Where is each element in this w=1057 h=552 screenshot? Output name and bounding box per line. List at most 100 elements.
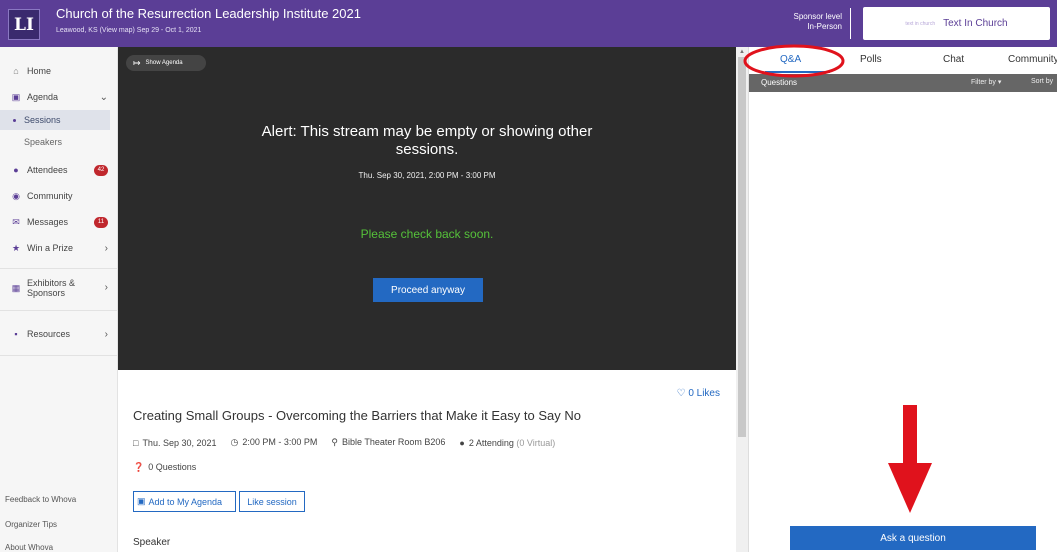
event-logo[interactable]: LI [8,9,40,40]
sidebar-item-resources[interactable]: ▪ Resources › [0,322,118,346]
filter-by-dropdown[interactable]: Filter by ▾ [971,78,1001,86]
tab-chat[interactable]: Chat [943,54,964,65]
session-date: □ Thu. Sep 30, 2021 [133,438,217,448]
sidebar-item-label: Resources [27,329,71,339]
sidebar-item-win-a-prize[interactable]: ★ Win a Prize › [0,236,118,260]
like-session-button[interactable]: Like session [239,491,305,512]
event-title: Church of the Resurrection Leadership In… [56,6,361,21]
sidebar-item-agenda[interactable]: ▣ Agenda ⌄ [0,85,118,109]
calendar-icon: □ [133,437,139,448]
tab-polls[interactable]: Polls [860,54,882,65]
calendar-add-icon: ▣ [137,496,146,506]
sponsor-level-title: Sponsor level [793,12,842,21]
chevron-right-icon: › [104,282,108,293]
sidebar-item-label: Messages [27,217,69,227]
active-dot-icon [13,118,16,122]
sidebar-item-label: Agenda [27,92,59,102]
sidebar-item-label: Exhibitors & Sponsors [27,278,76,298]
sidebar-item-sessions[interactable]: Sessions [0,110,110,130]
stream-alert-text: Alert: This stream may be empty or showi… [118,123,736,159]
app-root: LI Church of the Resurrection Leadership… [0,0,1057,552]
add-to-agenda-button[interactable]: ▣ Add to My Agenda [133,491,236,512]
building-icon: ▦ [11,283,21,293]
session-attending[interactable]: ● 2 Attending (0 Virtual) [459,438,555,448]
like-session-label: Like session [247,496,297,507]
sidebar-item-label: Speakers [24,137,63,147]
header-divider [850,8,851,39]
chat-bubbles-icon: ◉ [12,190,20,201]
envelope-icon: ✉ [12,216,20,227]
annotation-ellipse-icon [743,44,845,78]
clock-icon: ◷ [230,437,239,447]
page-scrollbar[interactable]: ▲ [736,47,748,552]
attendees-count-badge: 42 [94,164,108,176]
home-icon: ⌂ [13,66,19,76]
expand-arrow-icon: ↦ [133,57,141,68]
proceed-anyway-button[interactable]: Proceed anyway [373,278,483,302]
about-whova-link[interactable]: About Whova [5,543,53,552]
chevron-right-icon: › [104,242,108,254]
sidebar-item-speakers[interactable]: Speakers [0,132,110,152]
feedback-link[interactable]: Feedback to Whova [5,495,76,504]
sidebar-item-label: Sessions [24,115,61,125]
stream-time: Thu. Sep 30, 2021, 2:00 PM - 3:00 PM [358,171,496,180]
add-to-agenda-label: Add to My Agenda [148,496,223,507]
sponsor-name: Text In Church [943,18,1008,29]
attending-count: 2 Attending [468,437,514,448]
chevron-down-icon: ⌄ [99,91,108,103]
session-date-text: Thu. Sep 30, 2021 [142,437,217,448]
scrollbar-thumb[interactable] [738,57,746,437]
people-icon: ● [13,165,19,175]
heart-icon: ♡ [676,388,686,399]
speaker-heading: Speaker [133,537,171,548]
virtual-count: (0 Virtual) [516,437,556,448]
sidebar-item-label: Home [27,66,52,76]
sponsor-level-type: In-Person [807,22,842,31]
session-time-text: 2:00 PM - 3:00 PM [242,437,318,447]
session-meta: □ Thu. Sep 30, 2021 ◷ 2:00 PM - 3:00 PM ⚲ B… [133,437,555,448]
session-title: Creating Small Groups - Overcoming the B… [133,408,581,423]
likes-link[interactable]: ♡ 0 Likes [677,388,720,399]
sidebar-item-label: Win a Prize [27,243,74,253]
chevron-right-icon: › [104,328,108,340]
calendar-icon: ▣ [11,91,21,102]
ask-question-button[interactable]: Ask a question [790,526,1036,550]
sidebar-divider [0,268,118,269]
map-pin-icon: ⚲ [331,437,338,447]
tab-community[interactable]: Community [1008,54,1057,65]
question-circle-icon: ❓ [133,462,145,472]
sidebar-item-label: Community [27,191,73,201]
sidebar-divider [0,355,118,356]
session-details: ♡ 0 Likes Creating Small Groups - Overco… [118,370,736,552]
stream-player: ↦ Show Agenda Alert: This stream may be … [118,47,736,370]
likes-count: 0 Likes [688,388,720,399]
annotation-down-arrow-icon [888,405,932,513]
sidebar-item-exhibitors[interactable]: ▦ Exhibitors & Sponsors › [0,273,118,303]
sidebar-item-messages[interactable]: ✉ Messages 11 [0,210,118,234]
check-back-text: Please check back soon. [360,227,494,241]
sidebar-item-community[interactable]: ◉ Community [0,184,118,208]
sidebar-item-attendees[interactable]: ● Attendees 42 [0,158,118,182]
session-room-text: Bible Theater Room B206 [342,437,446,447]
sort-by-dropdown[interactable]: Sort by [1031,78,1053,85]
messages-count-badge: 11 [94,216,108,228]
show-agenda-label: Show Agenda [145,60,183,66]
show-agenda-button[interactable]: ↦ Show Agenda [126,55,206,71]
sidebar-item-home[interactable]: ⌂ Home [0,59,118,83]
organizer-tips-link[interactable]: Organizer Tips [5,520,57,529]
questions-count: 0 Questions [148,462,197,472]
stream-alert-message: Alert: This stream may be empty or showi… [261,123,593,158]
sponsor-banner[interactable]: text in church Text In Church [863,7,1050,40]
sidebar-item-label: Attendees [27,165,68,175]
top-header: LI Church of the Resurrection Leadership… [0,0,1057,47]
folder-icon: ▪ [14,329,18,339]
session-questions: ❓ 0 Questions [133,462,196,473]
event-location-dates[interactable]: Leawood, KS (View map) Sep 29 - Oct 1, 2… [56,27,201,34]
sponsor-logo: text in church [905,20,936,27]
questions-label: Questions [761,78,798,87]
sponsor-level-label: Sponsor level In-Person [790,12,842,32]
attendee-check-icon: ● [459,437,465,448]
session-time: ◷ 2:00 PM - 3:00 PM [231,437,318,448]
sidebar-divider [0,310,118,311]
session-room[interactable]: ⚲ Bible Theater Room B206 [331,437,445,448]
